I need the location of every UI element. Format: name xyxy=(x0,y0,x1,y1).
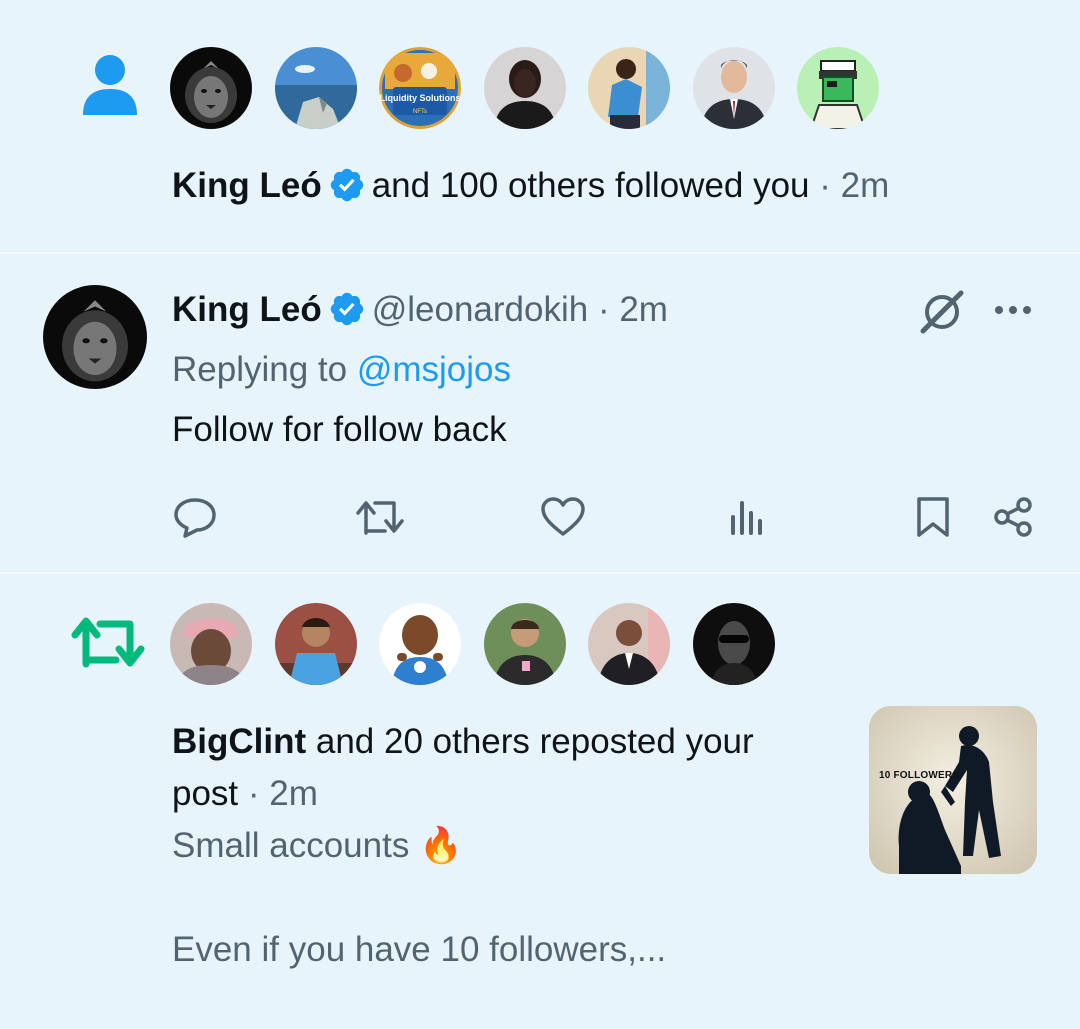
reply-post[interactable]: King Leó @leonardokih · 2m Replying to @m… xyxy=(0,254,1080,572)
repost-text-line2: post xyxy=(172,774,239,813)
woman-avatar[interactable] xyxy=(484,47,566,129)
timestamp: 2m xyxy=(619,290,668,329)
bookmark-icon[interactable] xyxy=(908,492,958,542)
man-blue-avatar[interactable] xyxy=(588,47,670,129)
lion-avatar[interactable] xyxy=(170,47,252,129)
post-preview-line1: Small accounts 🔥 xyxy=(172,820,463,872)
post-header: King Leó @leonardokih · 2m xyxy=(172,284,668,336)
liquidity-solutions-avatar[interactable]: Liquidity Solutions NFTs xyxy=(379,47,461,129)
reply-icon[interactable] xyxy=(170,492,220,542)
author-handle[interactable]: @leonardokih xyxy=(372,290,589,329)
avatar-badge-text: Liquidity Solutions xyxy=(380,93,461,103)
separator-dot: · xyxy=(247,774,260,813)
fire-emoji: 🔥 xyxy=(419,826,463,865)
replying-to-label: Replying to xyxy=(172,350,348,389)
post-thumbnail[interactable]: 10 FOLLOWERS xyxy=(869,706,1037,874)
man-suit-avatar[interactable] xyxy=(693,47,775,129)
repost-icon xyxy=(70,612,150,672)
repost-notification[interactable]: BigClint and 20 others reposted your pos… xyxy=(0,574,1080,1029)
more-options-icon[interactable] xyxy=(990,290,1036,330)
post-body: Follow for follow back xyxy=(172,410,507,449)
separator-dot: · xyxy=(597,290,610,329)
cliff-avatar[interactable] xyxy=(275,47,357,129)
post-preview-text: Small accounts xyxy=(172,826,410,865)
verified-badge-icon xyxy=(328,166,366,204)
man-mirror-avatar[interactable] xyxy=(588,603,670,685)
avatar-badge-sub: NFTs xyxy=(413,109,427,115)
author-name[interactable]: King Leó xyxy=(172,290,322,329)
follow-notification-text: King Leó and 100 others followed you · 2m xyxy=(172,160,889,212)
author-avatar[interactable] xyxy=(43,285,147,389)
follower-name[interactable]: King Leó xyxy=(172,166,322,205)
separator-dot: · xyxy=(819,166,831,205)
thumbnail-caption: 10 FOLLOWERS xyxy=(879,770,960,781)
repost-notification-text: BigClint and 20 others reposted your pos… xyxy=(172,716,852,820)
timestamp: 2m xyxy=(269,774,318,813)
share-icon[interactable] xyxy=(988,492,1038,542)
views-icon[interactable] xyxy=(724,492,770,542)
pixel-punk-avatar[interactable] xyxy=(797,47,879,129)
sunglasses-avatar[interactable] xyxy=(693,603,775,685)
repost-text-line1: and 20 others reposted your xyxy=(315,722,754,761)
messi-avatar[interactable] xyxy=(484,603,566,685)
like-icon[interactable] xyxy=(538,492,588,542)
replying-to-line: Replying to @msjojos xyxy=(172,344,511,396)
verified-badge-icon xyxy=(328,290,366,328)
timestamp: 2m xyxy=(840,166,890,205)
post-preview-line2: Even if you have 10 followers,... xyxy=(172,930,667,969)
repost-icon[interactable] xyxy=(353,492,407,542)
cartoon-avatar[interactable] xyxy=(379,603,461,685)
person-icon xyxy=(80,52,140,116)
reposter-name[interactable]: BigClint xyxy=(172,722,306,761)
pink-cap-avatar[interactable] xyxy=(170,603,252,685)
follow-text: and 100 others followed you xyxy=(371,166,810,205)
follow-notification[interactable]: Liquidity Solutions NFTs King Leó and 10… xyxy=(0,0,1080,252)
replying-to-handle[interactable]: @msjojos xyxy=(357,350,511,389)
boy-avatar[interactable] xyxy=(275,603,357,685)
grok-icon[interactable] xyxy=(914,284,970,340)
